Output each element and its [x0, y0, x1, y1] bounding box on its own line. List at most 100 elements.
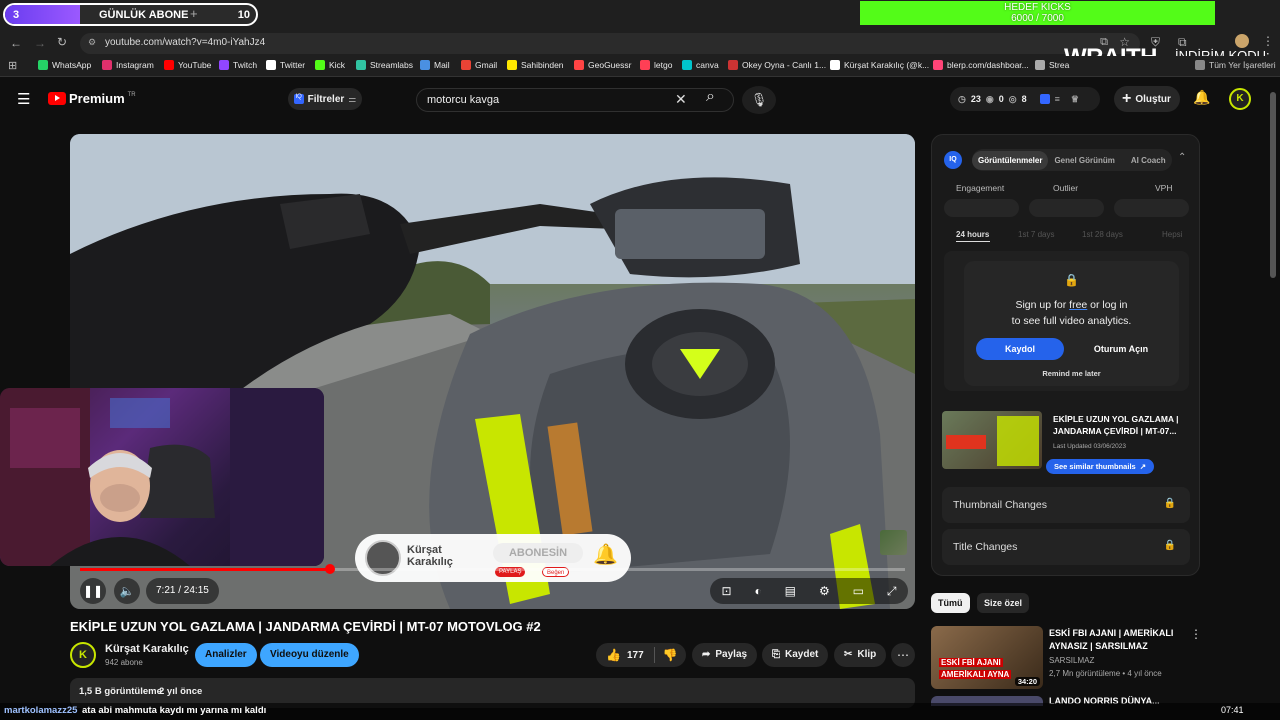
subtitles-icon[interactable]: ▤	[785, 584, 796, 598]
rec-thumb-text-1: ESKİ FBİ AJANI	[939, 658, 1003, 667]
clip-button[interactable]: ✂ Klip	[834, 643, 887, 667]
bookmark-item[interactable]: Kürşat Karakılıç (@k...	[830, 60, 929, 70]
url-field[interactable]: ⚙ youtube.com/watch?v=4m0-iYahJz4 ⧉ ☆	[80, 33, 1140, 54]
thumbs-up-icon[interactable]: 👍	[596, 648, 621, 662]
bookmark-favicon-icon	[266, 60, 276, 70]
progress-scrubber[interactable]	[324, 564, 335, 574]
range-24h[interactable]: 24 hours	[956, 230, 989, 239]
bookmark-favicon-icon	[640, 60, 650, 70]
overlay-subscribe-button[interactable]: ABONESİN	[493, 543, 583, 563]
bookmark-item[interactable]: Streamlabs	[356, 60, 413, 70]
bookmark-item[interactable]: Mail	[420, 60, 450, 70]
rec-channel[interactable]: SARSILMAZ	[1049, 656, 1094, 665]
create-button[interactable]: + Oluştur	[1114, 86, 1180, 112]
range-7d[interactable]: 1st 7 days	[1018, 230, 1054, 239]
account-avatar[interactable]: K	[1229, 88, 1251, 110]
collapse-chevron-icon[interactable]: ⌃	[1178, 152, 1186, 163]
bookmark-item[interactable]: Instagram	[102, 60, 154, 70]
voice-search-icon[interactable]: 🎙	[742, 86, 776, 114]
rec-more-icon[interactable]: ⋮	[1190, 627, 1202, 641]
clear-search-icon[interactable]: ✕	[675, 91, 687, 108]
site-info-icon[interactable]: ⚙	[88, 37, 96, 48]
search-input[interactable]: motorcu kavga ✕	[416, 88, 734, 112]
all-bookmarks[interactable]: Tüm Yer İşaretleri	[1195, 60, 1276, 70]
similar-thumbnails-button[interactable]: See similar thumbnails ↗	[1046, 459, 1154, 474]
login-button[interactable]: Oturum Açın	[1074, 338, 1168, 360]
bell-icon[interactable]: 🔔	[593, 542, 618, 567]
signup-button[interactable]: Kaydol	[976, 338, 1064, 360]
bookmark-favicon-icon	[356, 60, 366, 70]
filters-button[interactable]: IQ Filtreler ⚌	[288, 88, 362, 110]
bookmark-item[interactable]: Twitter	[266, 60, 305, 70]
thumbnail-changes-row[interactable]: Thumbnail Changes 🔒	[942, 487, 1190, 523]
bookmark-favicon-icon	[164, 60, 174, 70]
browser-tab-bar: 3 GÜNLÜK ABONE 10 + HEDEF KICKS 6000 / 7…	[0, 0, 1280, 30]
hamburger-menu-icon[interactable]: ☰	[17, 90, 30, 108]
reload-icon[interactable]: ↻	[57, 35, 67, 49]
remind-later-link[interactable]: Remind me later	[964, 369, 1179, 378]
chip-all[interactable]: Tümü	[931, 593, 970, 613]
bookmark-item[interactable]: GeoGuessr	[574, 60, 631, 70]
notifications-bell-icon[interactable]: 🔔	[1193, 89, 1210, 106]
tab-ai-coach[interactable]: AI Coach	[1125, 151, 1172, 170]
rec-title[interactable]: ESKİ FBI AJANI | AMERİKALI AYNASIZ | SAR…	[1049, 627, 1184, 653]
pause-button[interactable]: ❚❚	[80, 578, 106, 604]
more-actions-icon[interactable]: ⋯	[891, 643, 915, 667]
sponsor-mini-thumb	[880, 530, 907, 555]
new-tab-icon[interactable]: +	[190, 6, 198, 21]
settings-gear-icon[interactable]: ⚙	[819, 584, 830, 598]
bookmark-item[interactable]: canva	[682, 60, 719, 70]
vidiq-player-icon[interactable]: ⊡	[721, 584, 731, 598]
bookmark-icon: ⎘	[772, 649, 780, 660]
youtube-play-icon	[48, 92, 66, 105]
vidiq-stats-bar[interactable]: ◷ 23 ◉ 0 ◎ 8 ≡ ♕	[950, 87, 1100, 111]
chip-for-you[interactable]: Size özel	[977, 593, 1030, 613]
youtube-premium-logo[interactable]: Premium TR	[48, 91, 136, 106]
browser-menu-icon[interactable]: ⋮	[1262, 34, 1274, 48]
share-button[interactable]: ➦ Paylaş	[692, 643, 758, 667]
page-scrollbar[interactable]	[1270, 92, 1276, 278]
back-icon[interactable]: ←	[10, 36, 22, 50]
thumb-bike-shape	[997, 416, 1039, 466]
save-button[interactable]: ⎘ Kaydet	[762, 643, 829, 667]
clock-icon: ◷	[958, 93, 966, 104]
range-28d[interactable]: 1st 28 days	[1082, 230, 1123, 239]
bookmark-item[interactable]: Sahibinden	[507, 60, 564, 70]
analytics-button[interactable]: Analizler	[195, 643, 257, 667]
tab-views[interactable]: Görüntülenmeler	[972, 150, 1049, 170]
title-changes-row[interactable]: Title Changes 🔒	[942, 529, 1190, 565]
bookmark-item[interactable]: WhatsApp	[38, 60, 91, 70]
bookmark-item[interactable]: Gmail	[461, 60, 497, 70]
forward-icon[interactable]: →	[34, 36, 46, 50]
apps-grid-icon[interactable]: ⊞	[8, 59, 17, 72]
vidiq-icon: IQ	[293, 94, 304, 104]
theater-mode-icon[interactable]: ▭	[853, 584, 864, 598]
thumbs-down-icon[interactable]: 👎	[655, 648, 678, 662]
rec-thumbnail[interactable]: ESKİ FBİ AJANI AMERİKALI AYNA 34:20	[931, 626, 1043, 689]
bookmark-item[interactable]: blerp.com/dashboar...	[933, 60, 1029, 70]
bookmark-item[interactable]: YouTube	[164, 60, 211, 70]
channel-subscribe-overlay[interactable]: Kürşat Karakılıç ABONESİN PAYLAŞ Beğen 🔔	[355, 534, 631, 582]
volume-icon[interactable]: 🔈	[114, 578, 140, 604]
bookmark-item[interactable]: Twitch	[219, 60, 257, 70]
search-icon[interactable]: ⌕	[706, 88, 715, 106]
scissors-icon: ✂	[844, 649, 853, 660]
range-all[interactable]: Hepsi	[1162, 230, 1182, 239]
tab-overview[interactable]: Genel Görünüm	[1048, 151, 1120, 170]
profile-avatar[interactable]	[1235, 34, 1249, 48]
bookmark-item[interactable]: Strea	[1035, 60, 1069, 70]
list-icon: ≡	[1054, 94, 1060, 104]
autoplay-toggle-icon[interactable]: ◐	[754, 584, 761, 598]
eye-off-icon: ◎	[1008, 93, 1017, 104]
channel-avatar[interactable]: K	[70, 642, 96, 668]
system-clock: 07:41	[1221, 705, 1244, 715]
channel-name[interactable]: Kürşat Karakılıç	[105, 643, 189, 655]
like-count[interactable]: 177	[621, 650, 644, 661]
edit-video-button[interactable]: Videoyu düzenle	[260, 643, 359, 667]
bookmark-item[interactable]: letgo	[640, 60, 672, 70]
fullscreen-icon[interactable]: ⤢	[887, 584, 897, 599]
sub-goal-current: 3	[13, 9, 20, 21]
progress-track[interactable]	[80, 568, 905, 571]
bookmark-item[interactable]: Okey Oyna - Canlı 1...	[728, 60, 826, 70]
bookmark-item[interactable]: Kick	[315, 60, 345, 70]
